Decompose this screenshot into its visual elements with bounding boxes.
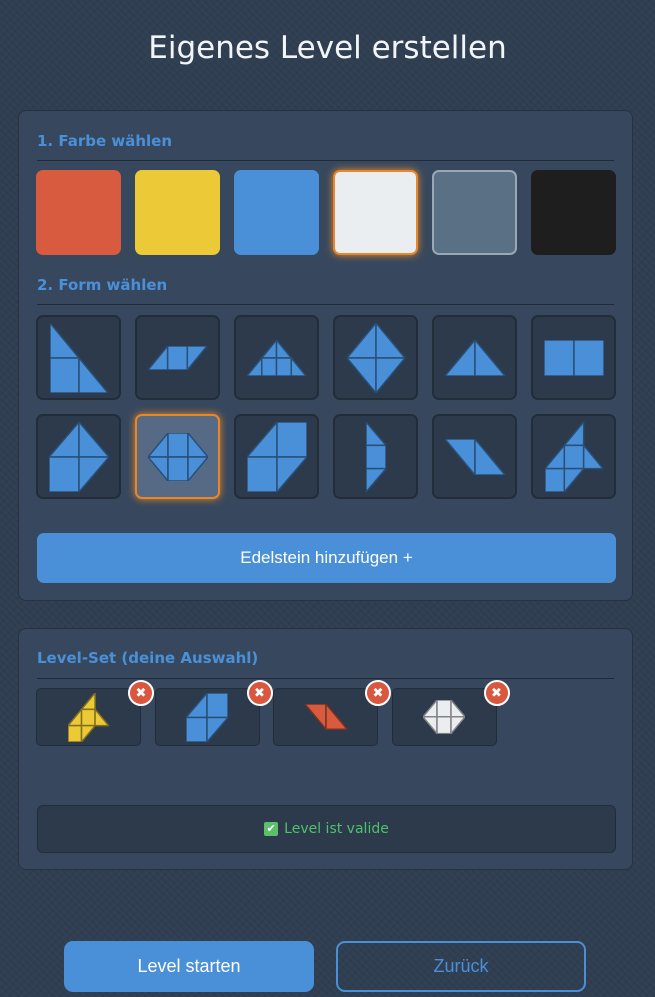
color-swatch-white[interactable] bbox=[333, 170, 418, 255]
remove-item-button[interactable]: ✖ bbox=[128, 680, 154, 706]
shape-heading: 2. Form wählen bbox=[37, 276, 168, 294]
level-set-item: ✖ bbox=[36, 680, 154, 746]
arrow-bar-shape-icon bbox=[365, 421, 386, 492]
status-text: Level ist valide bbox=[284, 821, 389, 837]
level-set-item: ✖ bbox=[391, 680, 510, 746]
color-swatch-red[interactable] bbox=[36, 170, 121, 255]
color-swatch-black[interactable] bbox=[531, 170, 616, 255]
shape-option-arrow-bar[interactable] bbox=[333, 414, 418, 499]
divider bbox=[37, 160, 614, 161]
shape-option-tilted-box[interactable] bbox=[234, 414, 319, 499]
add-gem-button[interactable]: Edelstein hinzufügen + bbox=[37, 533, 616, 583]
hexagon-shape-icon bbox=[147, 432, 208, 481]
shape-option-parallelogram[interactable] bbox=[135, 315, 220, 400]
validation-status: ✔ Level ist valide bbox=[37, 805, 616, 853]
shape-option-trapezoid-triangle[interactable] bbox=[234, 315, 319, 400]
shape-option-triangle[interactable] bbox=[432, 315, 517, 400]
rectangle-shape-icon bbox=[543, 339, 604, 376]
shape-option-hexagon[interactable] bbox=[135, 414, 220, 499]
shape-option-rectangle[interactable] bbox=[531, 315, 616, 400]
remove-item-button[interactable]: ✖ bbox=[483, 680, 510, 706]
divider bbox=[37, 678, 614, 679]
tilted-box-shape-icon bbox=[246, 421, 307, 492]
level-set-item: ✖ bbox=[154, 680, 273, 746]
shape-option-house[interactable] bbox=[36, 414, 121, 499]
start-level-button[interactable]: Level starten bbox=[64, 941, 314, 992]
right-triangle-shape-icon bbox=[49, 322, 108, 393]
remove-item-button[interactable]: ✖ bbox=[246, 680, 273, 706]
level-set-panel: Level-Set (deine Auswahl) ✖ ✖ ✖ ✖ ✔ Level i… bbox=[18, 628, 633, 870]
shape-option-slanted-parallelogram[interactable] bbox=[432, 414, 517, 499]
bird-shape-icon bbox=[68, 692, 109, 742]
triangle-shape-icon bbox=[444, 339, 505, 376]
hexagon-shape-icon bbox=[423, 700, 465, 734]
slanted-parallelogram-shape-icon bbox=[444, 438, 505, 475]
parallelogram-shape-icon bbox=[148, 345, 207, 370]
shape-option-right-triangle[interactable] bbox=[36, 315, 121, 400]
bird-shape-icon bbox=[544, 421, 603, 492]
back-button[interactable]: Zurück bbox=[336, 941, 586, 992]
color-swatch-gray[interactable] bbox=[432, 170, 517, 255]
remove-item-button[interactable]: ✖ bbox=[365, 680, 391, 706]
level-set-item: ✖ bbox=[273, 680, 391, 746]
editor-panel: 1. Farbe wählen 2. Form wählen Edelstein… bbox=[18, 110, 633, 601]
color-swatch-yellow[interactable] bbox=[135, 170, 220, 255]
color-swatch-blue[interactable] bbox=[234, 170, 319, 255]
house-shape-icon bbox=[48, 421, 109, 492]
diamond-shape-icon bbox=[346, 322, 405, 393]
page-title: Eigenes Level erstellen bbox=[148, 30, 507, 66]
divider bbox=[37, 304, 614, 305]
slanted-parallelogram-shape-icon bbox=[304, 704, 347, 730]
shape-option-diamond[interactable] bbox=[333, 315, 418, 400]
level-set-heading: Level-Set (deine Auswahl) bbox=[37, 649, 259, 667]
check-icon: ✔ bbox=[264, 822, 279, 836]
tilted-box-shape-icon bbox=[186, 692, 228, 742]
color-heading: 1. Farbe wählen bbox=[37, 132, 173, 150]
shape-option-bird[interactable] bbox=[531, 414, 616, 499]
trapezoid-triangle-shape-icon bbox=[247, 339, 306, 376]
